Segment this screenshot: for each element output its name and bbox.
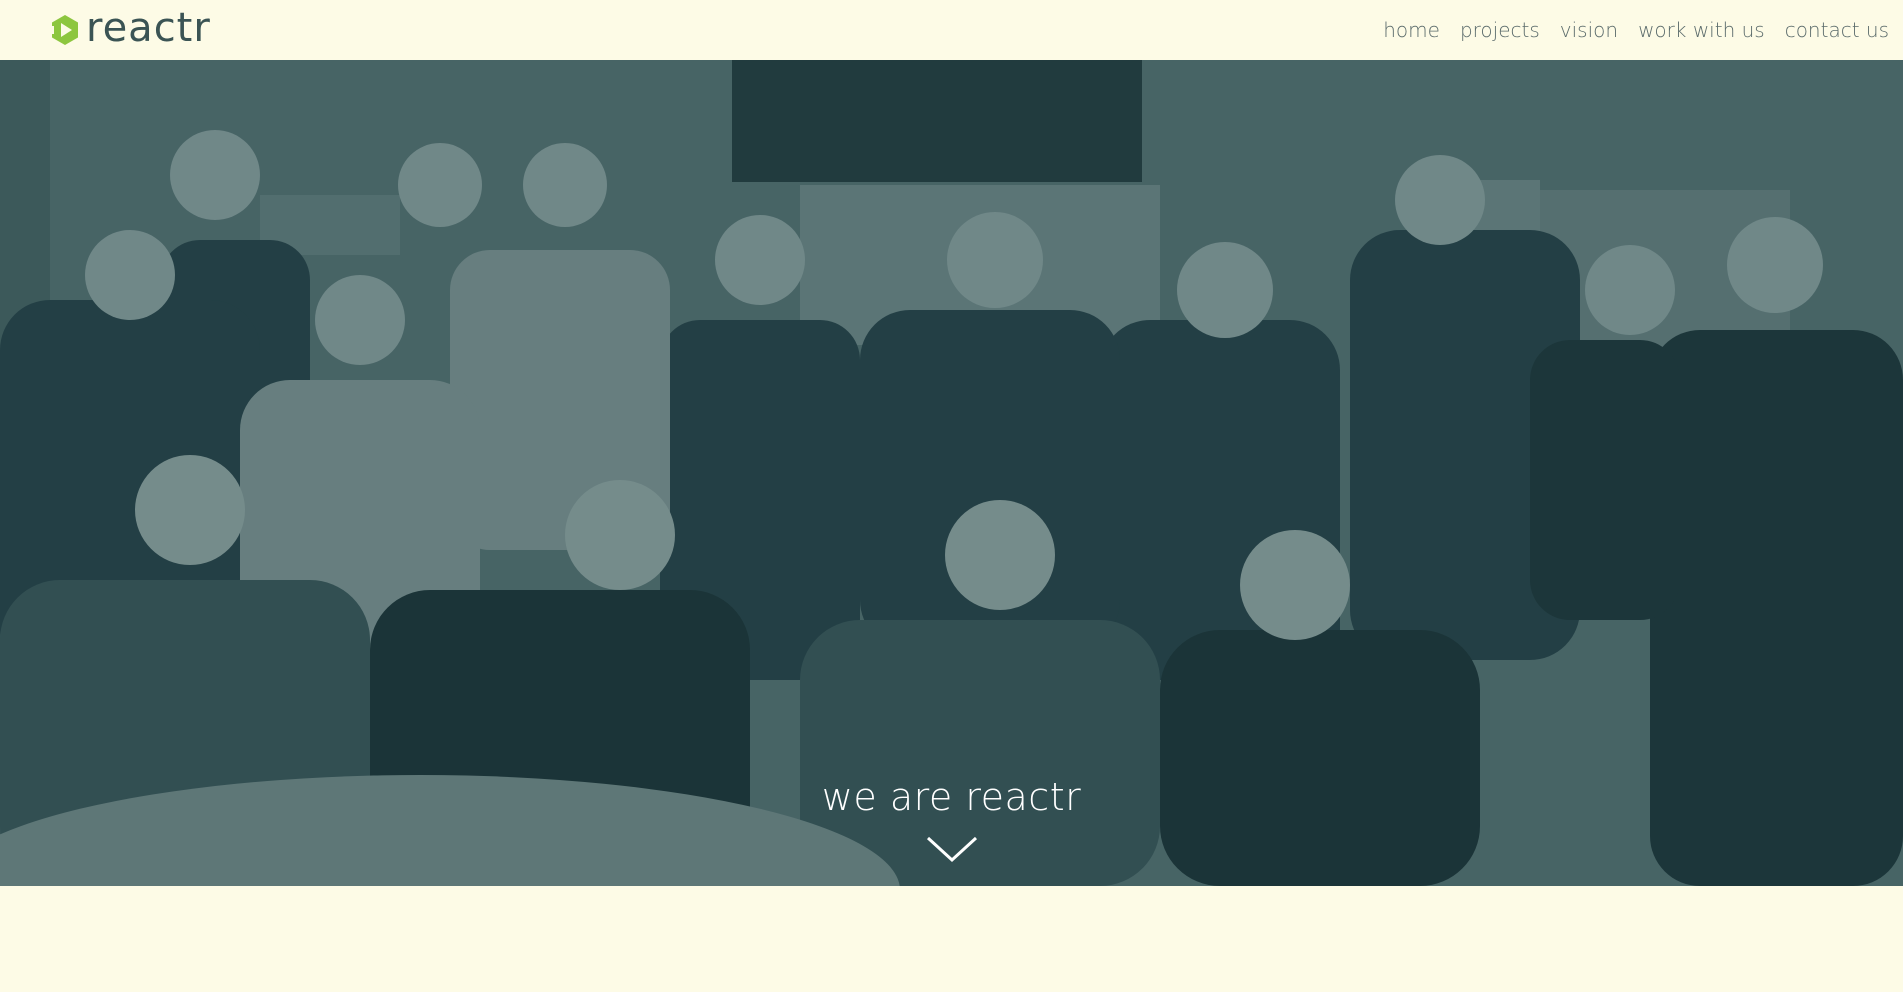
nav-work-with-us[interactable]: work with us	[1638, 18, 1765, 42]
nav-home[interactable]: home	[1383, 18, 1440, 42]
nav-contact-us[interactable]: contact us	[1785, 18, 1889, 42]
main-nav: home projects vision work with us contac…	[1383, 18, 1889, 42]
hero-section: we are reactr	[0, 60, 1903, 886]
content-area	[0, 886, 1903, 992]
hero-title: we are reactr	[821, 775, 1082, 819]
chevron-down-icon[interactable]	[925, 834, 979, 864]
hero-tint-overlay	[0, 60, 1903, 886]
logo-wordmark: reactr	[86, 5, 211, 51]
reactr-hexagon-play-icon	[48, 15, 78, 45]
nav-vision[interactable]: vision	[1560, 18, 1618, 42]
site-header: reactr home projects vision work with us…	[0, 0, 1903, 60]
site-logo[interactable]: reactr	[48, 5, 211, 51]
nav-projects[interactable]: projects	[1460, 18, 1540, 42]
